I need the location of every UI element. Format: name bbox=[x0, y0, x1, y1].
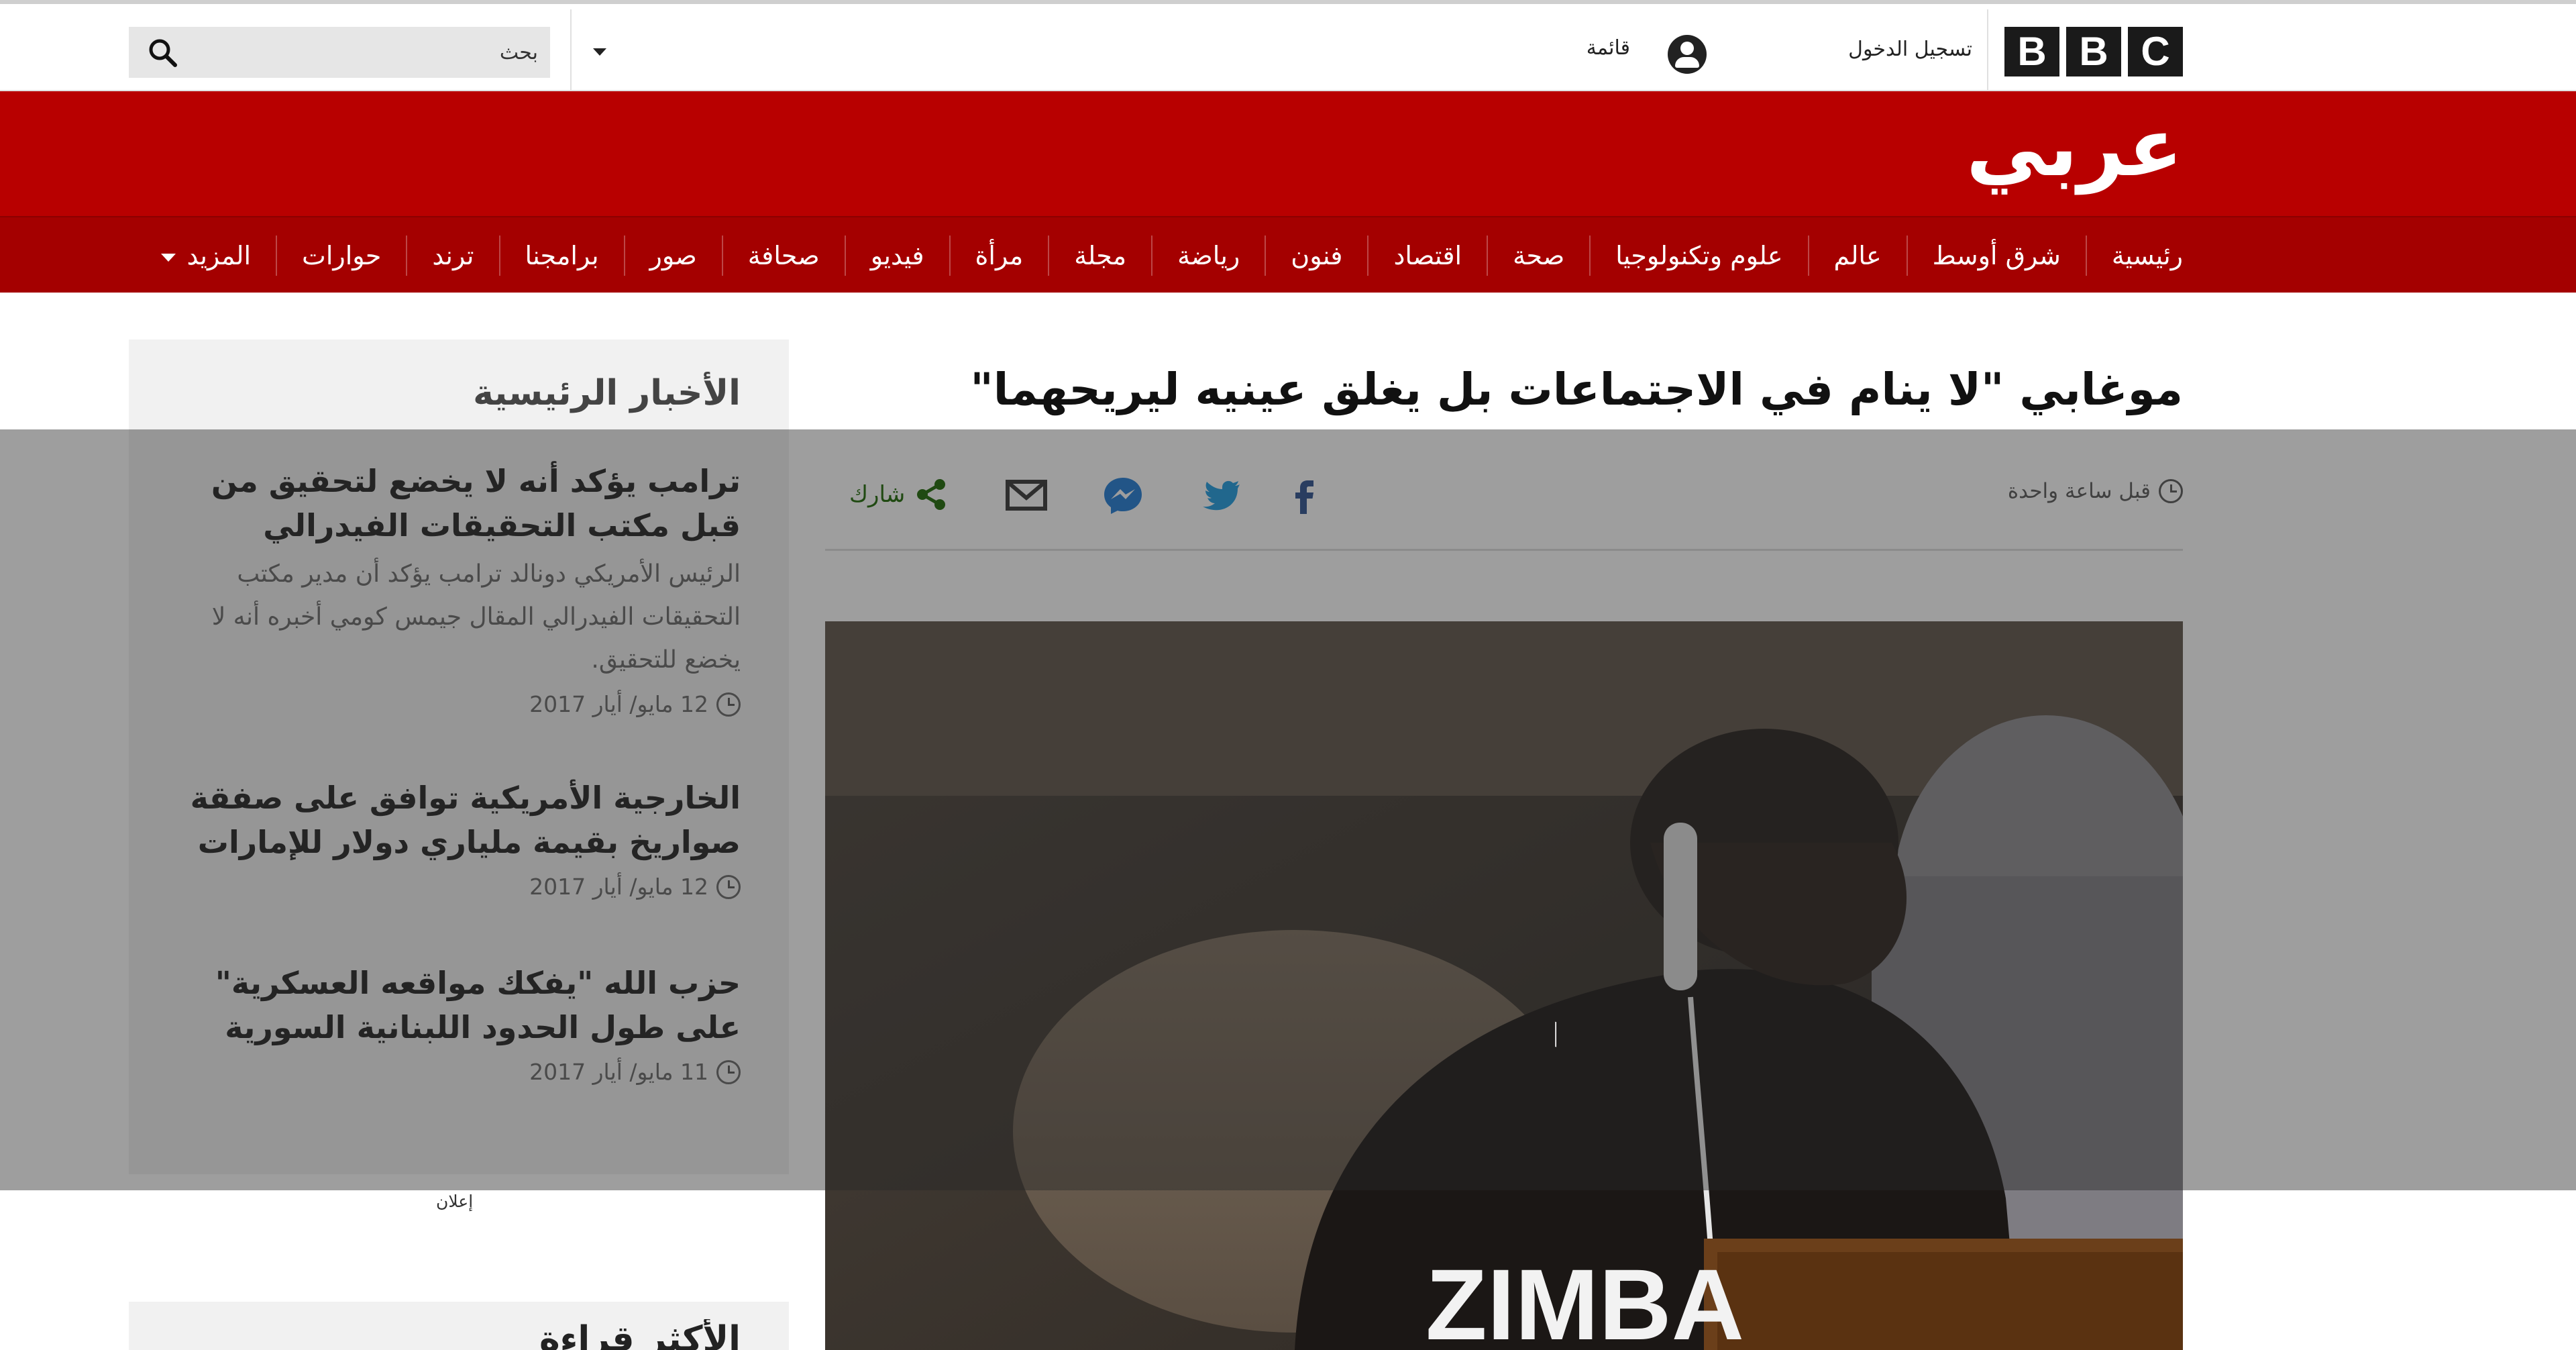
nav-item-home[interactable]: رئيسية bbox=[2085, 236, 2183, 276]
share-row: قبل ساعة واحدة شارك bbox=[825, 463, 2183, 530]
story-title[interactable]: ترامب يؤكد أنه لا يخضع لتحقيق من قبل مكت… bbox=[177, 459, 741, 548]
nav-item-middle-east[interactable]: شرق أوسط bbox=[1906, 236, 2086, 276]
story-date-text: 12 مايو/ أيار 2017 bbox=[529, 874, 708, 900]
clock-icon bbox=[2159, 479, 2183, 503]
story-item[interactable]: الخارجية الأمريكية توافق على صفقة صواريخ… bbox=[177, 776, 741, 900]
brand-bar: عربي bbox=[0, 91, 2576, 216]
top-divider bbox=[1987, 9, 1988, 94]
menu-button[interactable]: قائمة bbox=[1543, 36, 1630, 60]
user-account-icon[interactable] bbox=[1668, 35, 1707, 74]
nav-item-video[interactable]: فيديو bbox=[844, 236, 949, 276]
ad-label: إعلان bbox=[436, 1192, 474, 1211]
nav-item-magazine[interactable]: مجلة bbox=[1048, 236, 1151, 276]
logo-block-b1: B bbox=[2004, 27, 2059, 76]
email-icon[interactable] bbox=[1002, 474, 1051, 517]
article-headline: موغابي "لا ينام في الاجتماعات بل يغلق عي… bbox=[970, 364, 2183, 415]
nav-item-sport[interactable]: رياضة bbox=[1151, 236, 1265, 276]
timestamp-text: قبل ساعة واحدة bbox=[2007, 479, 2151, 503]
search-input[interactable] bbox=[196, 34, 538, 71]
nav-item-arts[interactable]: فنون bbox=[1265, 236, 1367, 276]
story-title[interactable]: الخارجية الأمريكية توافق على صفقة صواريخ… bbox=[177, 776, 741, 864]
share-icon bbox=[917, 479, 946, 510]
share-label: شارك bbox=[849, 481, 906, 508]
twitter-icon[interactable] bbox=[1198, 474, 1246, 517]
clock-icon bbox=[716, 874, 741, 899]
nav-more-label: المزيد bbox=[186, 241, 252, 270]
most-read-title: الأكثر قراءة bbox=[539, 1319, 741, 1350]
nav-item-science-tech[interactable]: علوم وتكنولوجيا bbox=[1589, 236, 1807, 276]
chevron-down-icon[interactable] bbox=[590, 46, 609, 59]
signin-link[interactable]: تسجيل الدخول bbox=[1825, 38, 1972, 61]
nav-item-more[interactable]: المزيد bbox=[136, 236, 276, 276]
story-title[interactable]: حزب الله "يفكك مواقعه العسكرية" على طول … bbox=[177, 961, 741, 1049]
nav-item-health[interactable]: صحة bbox=[1487, 236, 1589, 276]
nav-item-photos[interactable]: صور bbox=[623, 236, 722, 276]
messenger-icon[interactable] bbox=[1099, 474, 1147, 517]
nav-item-press[interactable]: صحافة bbox=[721, 236, 845, 276]
most-read-box: الأكثر قراءة bbox=[129, 1302, 789, 1350]
story-summary: الرئيس الأمريكي دونالد ترامب يؤكد أن مدي… bbox=[211, 560, 741, 674]
nav-item-women[interactable]: مرأة bbox=[949, 236, 1049, 276]
clock-icon bbox=[716, 692, 741, 717]
top-bar: B B C تسجيل الدخول قائمة bbox=[0, 0, 2576, 94]
story-date: 11 مايو/ أيار 2017 bbox=[177, 1059, 741, 1085]
divider bbox=[825, 549, 2183, 551]
nav-item-world[interactable]: عالم bbox=[1807, 236, 1907, 276]
nav-item-programmes[interactable]: برامجنا bbox=[498, 236, 624, 276]
logo-block-c: C bbox=[2128, 27, 2183, 76]
nav-item-interviews[interactable]: حوارات bbox=[276, 236, 406, 276]
story-item[interactable]: ترامب يؤكد أنه لا يخضع لتحقيق من قبل مكت… bbox=[177, 459, 741, 717]
story-item[interactable]: حزب الله "يفكك مواقعه العسكرية" على طول … bbox=[177, 961, 741, 1085]
nav-list: رئيسية شرق أوسط عالم علوم وتكنولوجيا صحة… bbox=[136, 217, 2183, 294]
search-box bbox=[129, 27, 550, 78]
nav-item-economy[interactable]: اقتصاد bbox=[1367, 236, 1487, 276]
share-button[interactable]: شارك bbox=[849, 478, 948, 511]
search-icon[interactable] bbox=[148, 38, 177, 67]
logo-block-b2: B bbox=[2066, 27, 2121, 76]
article-timestamp: قبل ساعة واحدة bbox=[2008, 479, 2183, 503]
story-date: 12 مايو/ أيار 2017 bbox=[177, 691, 741, 717]
story-date: 12 مايو/ أيار 2017 bbox=[177, 874, 741, 900]
sidebar-title: الأخبار الرئيسية bbox=[473, 373, 741, 413]
main-nav: رئيسية شرق أوسط عالم علوم وتكنولوجيا صحة… bbox=[0, 216, 2576, 293]
top-stories-sidebar: الأخبار الرئيسية ترامب يؤكد أنه لا يخضع … bbox=[129, 340, 789, 1174]
nav-item-trending[interactable]: ترند bbox=[406, 236, 498, 276]
bbc-logo[interactable]: B B C bbox=[2004, 27, 2183, 76]
brand-title[interactable]: عربي bbox=[1945, 98, 2183, 199]
story-date-text: 12 مايو/ أيار 2017 bbox=[529, 691, 708, 717]
image-placard-text: ZIMBA bbox=[1426, 1248, 1744, 1350]
chevron-down-icon bbox=[161, 253, 176, 262]
clock-icon bbox=[716, 1059, 741, 1084]
facebook-icon[interactable] bbox=[1281, 474, 1330, 517]
top-divider bbox=[570, 9, 572, 94]
story-date-text: 11 مايو/ أيار 2017 bbox=[529, 1059, 708, 1085]
article-hero-image[interactable]: ZIMBA bbox=[825, 621, 2183, 1350]
hero-photo: ZIMBA bbox=[825, 621, 2183, 1350]
